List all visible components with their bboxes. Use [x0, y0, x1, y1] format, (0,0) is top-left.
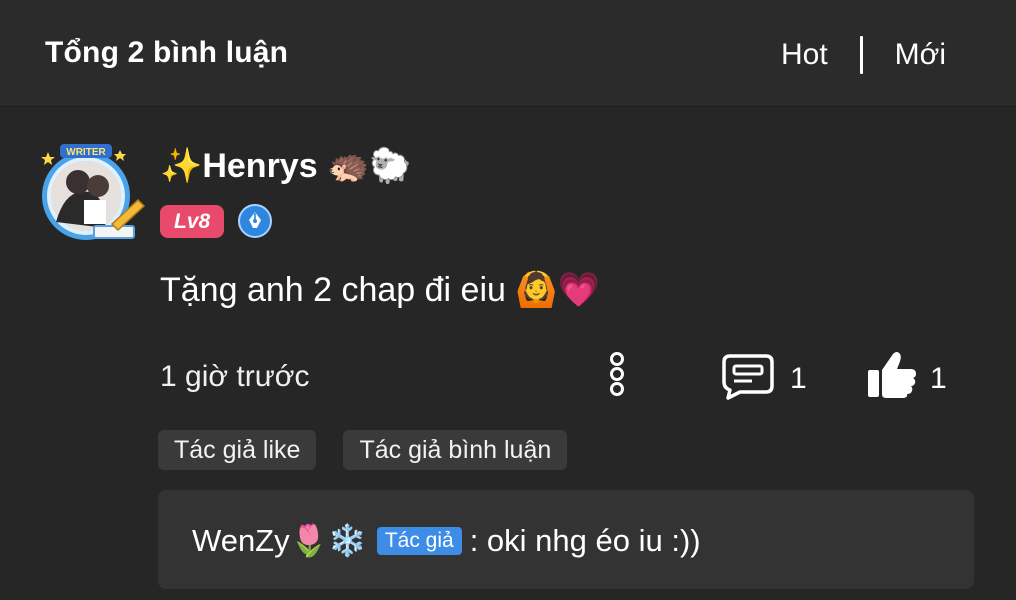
like-count: 1: [930, 362, 947, 395]
reply-line: WenZy🌷❄️ Tác giả : oki nhg éo iu :)): [192, 522, 701, 559]
avatar[interactable]: WRITER: [34, 142, 146, 244]
reply-preview[interactable]: WenZy🌷❄️ Tác giả : oki nhg éo iu :)): [158, 490, 974, 589]
sort-toggle: Hot Mới: [781, 36, 946, 74]
reply-count: 1: [790, 362, 807, 395]
sort-divider: [859, 36, 863, 74]
pen-nib-icon: [238, 204, 273, 238]
comment-username[interactable]: ✨Henrys 🦔🐑: [160, 146, 412, 186]
comment-content: Tặng anh 2 chap đi eiu 🙆💗: [160, 271, 601, 309]
more-vertical-icon[interactable]: [606, 352, 628, 396]
author-tag-badge: Tác giả: [376, 526, 462, 555]
reply-text: : oki nhg éo iu :)): [469, 522, 701, 558]
reply-author[interactable]: WenZy🌷❄️: [192, 522, 367, 559]
level-badge: Lv8: [160, 204, 225, 238]
comment-timestamp: 1 giờ trước: [160, 360, 310, 393]
tag-author-like: Tác giả like: [158, 430, 317, 470]
thumbs-up-icon[interactable]: [866, 350, 918, 400]
comments-header: Tổng 2 bình luận Hot Mới: [0, 0, 1016, 107]
sort-hot-button[interactable]: Hot: [781, 38, 828, 72]
comment-count-title: Tổng 2 bình luận: [45, 36, 289, 69]
sort-new-button[interactable]: Mới: [895, 38, 946, 72]
comment-icon[interactable]: [722, 354, 774, 400]
user-badges: Lv8: [160, 204, 273, 238]
avatar-badge-text: WRITER: [66, 147, 106, 158]
author-interaction-tags: Tác giả like Tác giả bình luận: [158, 430, 594, 470]
tag-author-comment: Tác giả bình luận: [343, 430, 568, 470]
